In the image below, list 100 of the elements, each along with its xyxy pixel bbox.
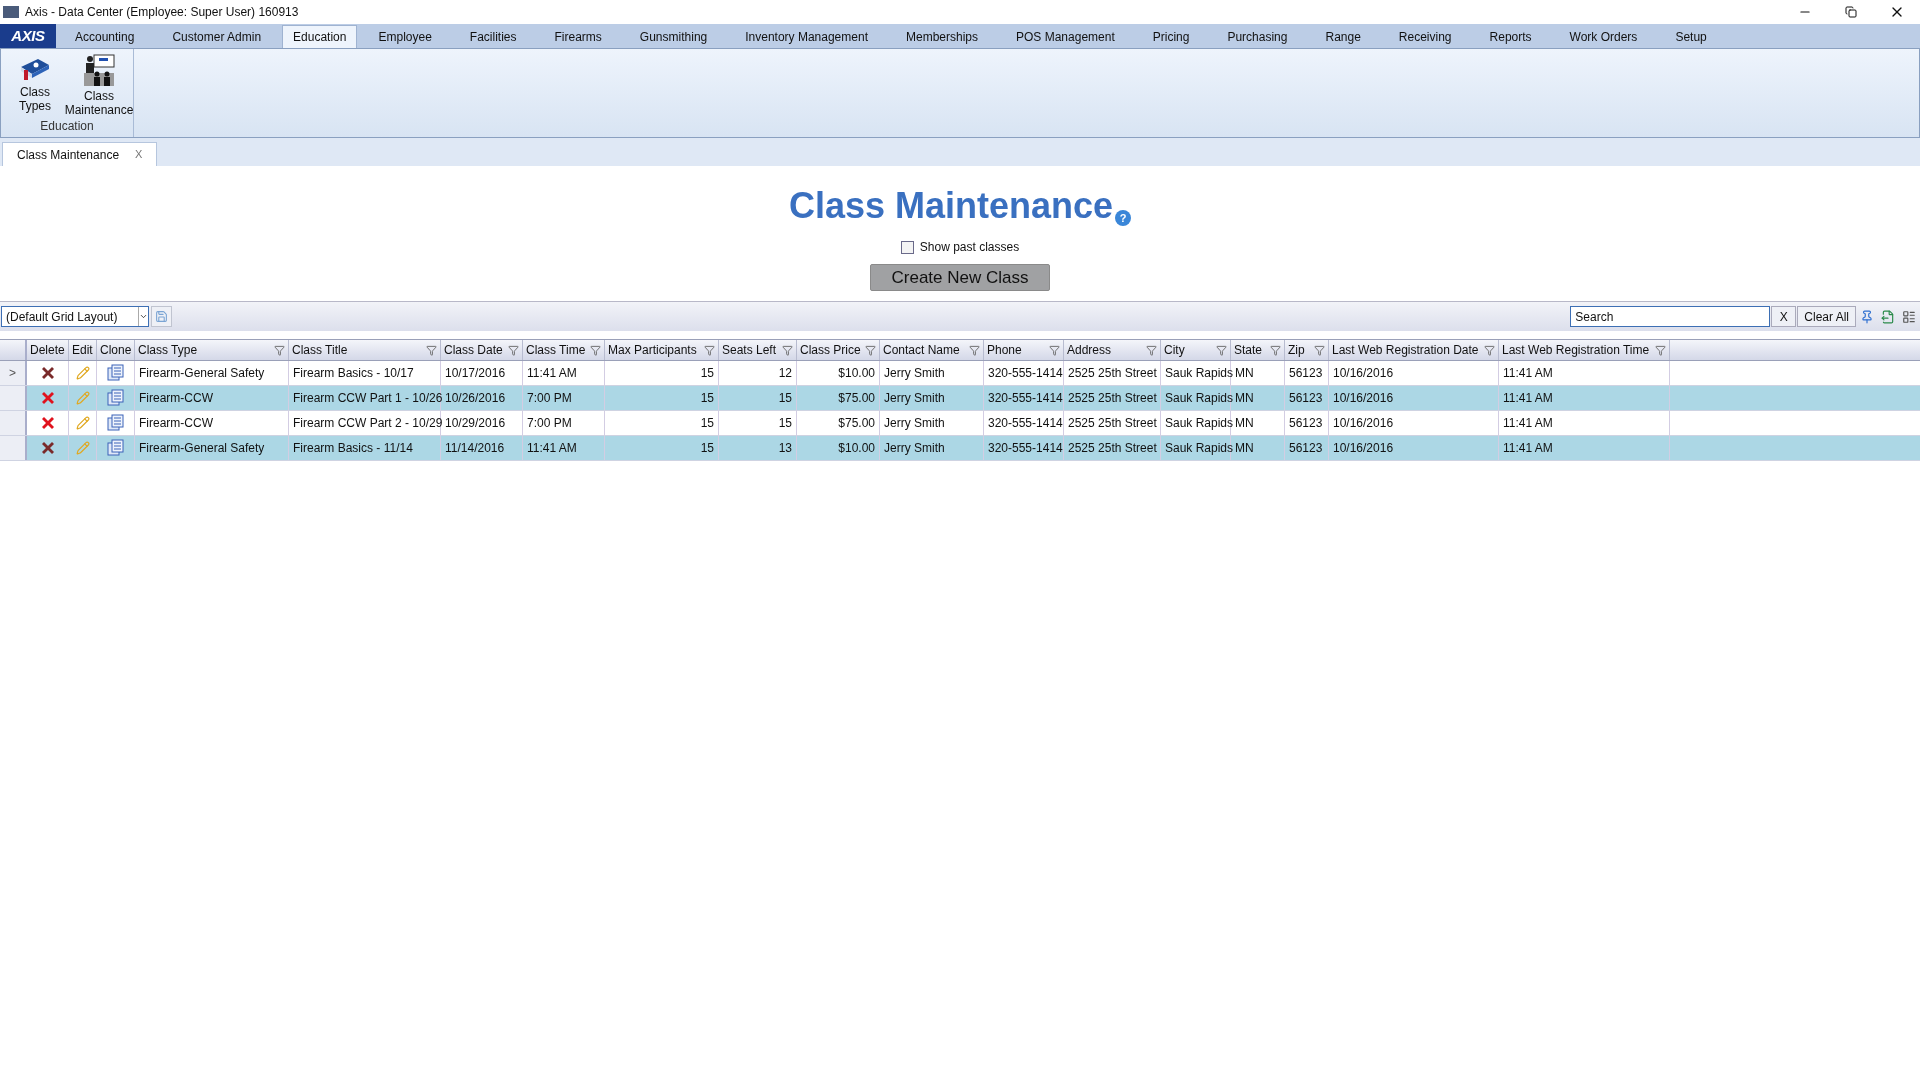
- table-cell: 11:41 AM: [523, 436, 605, 460]
- menu-tab[interactable]: Reports: [1479, 25, 1542, 48]
- table-cell: 10/29/2016: [441, 411, 523, 435]
- table-cell: 11:41 AM: [1499, 361, 1670, 385]
- filter-icon[interactable]: [1049, 344, 1060, 356]
- table-cell: Sauk Rapids: [1161, 386, 1231, 410]
- filter-icon[interactable]: [782, 344, 793, 356]
- table-cell: 15: [719, 411, 797, 435]
- table-cell: 7:00 PM: [523, 411, 605, 435]
- filter-icon[interactable]: [1314, 344, 1325, 356]
- app-logo: AXIS: [0, 24, 56, 48]
- filter-icon[interactable]: [1270, 344, 1281, 356]
- clone-icon[interactable]: [106, 364, 125, 382]
- filter-icon[interactable]: [590, 344, 601, 356]
- menu-tab[interactable]: Work Orders: [1559, 25, 1648, 48]
- restore-icon[interactable]: [1845, 6, 1857, 18]
- menu-tab[interactable]: Gunsmithing: [629, 25, 718, 48]
- save-layout-button[interactable]: [151, 306, 172, 327]
- menu-tab[interactable]: Inventory Management: [735, 25, 878, 48]
- filter-icon[interactable]: [426, 344, 437, 356]
- table-cell: 12: [719, 361, 797, 385]
- column-header[interactable]: Address: [1064, 340, 1161, 360]
- filter-icon[interactable]: [704, 344, 715, 356]
- help-icon[interactable]: ?: [1115, 210, 1132, 226]
- column-header[interactable]: Edit: [69, 340, 97, 360]
- table-cell: Sauk Rapids: [1161, 436, 1231, 460]
- tab-close-button[interactable]: X: [135, 146, 143, 163]
- table-cell: 320-555-1414: [984, 436, 1064, 460]
- menu-tab[interactable]: Education: [282, 25, 358, 48]
- table-cell: 56123: [1285, 436, 1329, 460]
- table-cell: 15: [605, 436, 719, 460]
- menu-tab[interactable]: Accounting: [65, 25, 145, 48]
- menu-tab[interactable]: Firearms: [544, 25, 612, 48]
- column-header[interactable]: Last Web Registration Time: [1499, 340, 1670, 360]
- menu-tab[interactable]: Receiving: [1388, 25, 1462, 48]
- row-header[interactable]: [0, 411, 27, 435]
- column-header[interactable]: Phone: [984, 340, 1064, 360]
- column-header[interactable]: City: [1161, 340, 1231, 360]
- menu-tab[interactable]: Facilities: [459, 25, 527, 48]
- table-cell: 11:41 AM: [1499, 411, 1670, 435]
- window-title: Axis - Data Center (Employee: Super User) 160913: [25, 4, 299, 21]
- pencil-icon[interactable]: [75, 366, 90, 380]
- clone-icon[interactable]: [106, 414, 125, 432]
- filter-icon[interactable]: [1216, 344, 1227, 356]
- ribbon-button[interactable]: Class Types: [5, 49, 65, 117]
- column-header[interactable]: Clone: [97, 340, 135, 360]
- table-cell: Firearm Basics - 10/17: [289, 361, 441, 385]
- clone-icon[interactable]: [106, 389, 125, 407]
- column-header[interactable]: Class Title: [289, 340, 441, 360]
- page-title: Class Maintenance: [788, 184, 1114, 228]
- filter-icon[interactable]: [865, 344, 876, 356]
- row-header[interactable]: [0, 386, 27, 410]
- column-header[interactable]: Class Price: [797, 340, 880, 360]
- menu-tab[interactable]: Setup: [1665, 25, 1717, 48]
- checkbox[interactable]: [900, 240, 914, 254]
- table-cell: 2525 25th Street: [1064, 386, 1161, 410]
- column-header[interactable]: Delete: [27, 340, 69, 360]
- table-cell: 13: [719, 436, 797, 460]
- menu-tab[interactable]: Customer Admin: [162, 25, 272, 48]
- filter-icon[interactable]: [1146, 344, 1157, 356]
- menu-tab[interactable]: Purchasing: [1217, 25, 1298, 48]
- table-cell: $10.00: [797, 361, 880, 385]
- column-header[interactable]: Zip: [1285, 340, 1329, 360]
- menu-tab[interactable]: Pricing: [1142, 25, 1200, 48]
- columns-icon[interactable]: [1902, 309, 1916, 324]
- filter-icon[interactable]: [1484, 344, 1495, 356]
- pin-icon[interactable]: [1860, 309, 1874, 324]
- filter-icon[interactable]: [508, 344, 519, 356]
- create-class-button[interactable]: Create New Class: [870, 264, 1050, 291]
- table-cell: 10/16/2016: [1329, 361, 1499, 385]
- filter-icon[interactable]: [274, 344, 285, 356]
- layout-dropdown[interactable]: (Default Grid Layout): [1, 306, 149, 327]
- column-header[interactable]: Class Time: [523, 340, 605, 360]
- filter-icon[interactable]: [1655, 344, 1666, 356]
- search-field[interactable]: Search: [1570, 306, 1771, 327]
- table-cell: 15: [719, 386, 797, 410]
- menu-tab[interactable]: Employee: [368, 25, 442, 48]
- clear-search-button[interactable]: X: [1771, 306, 1797, 327]
- column-header[interactable]: Seats Left: [719, 340, 797, 360]
- table-cell: 11/14/2016: [441, 436, 523, 460]
- menu-tab[interactable]: Memberships: [896, 25, 988, 48]
- row-header[interactable]: [0, 436, 27, 460]
- table-cell: 10/16/2016: [1329, 411, 1499, 435]
- classroom-icon: [82, 53, 116, 87]
- clear-all-button[interactable]: Clear All: [1797, 306, 1856, 327]
- export-icon[interactable]: [1881, 309, 1895, 324]
- menu-tab[interactable]: Range: [1315, 25, 1371, 48]
- menu-tab[interactable]: POS Management: [1006, 25, 1125, 48]
- pencil-icon[interactable]: [75, 416, 90, 430]
- clone-icon[interactable]: [106, 439, 125, 457]
- column-header[interactable]: State: [1231, 340, 1285, 360]
- column-header[interactable]: Class Type: [135, 340, 289, 360]
- filter-icon[interactable]: [969, 344, 980, 356]
- column-header[interactable]: Contact Name: [880, 340, 984, 360]
- column-header[interactable]: Last Web Registration Date: [1329, 340, 1499, 360]
- column-header[interactable]: Max Participants: [605, 340, 719, 360]
- row-header[interactable]: >: [0, 361, 27, 385]
- table-cell: Sauk Rapids: [1161, 361, 1231, 385]
- document-tab[interactable]: Class Maintenance X: [2, 142, 158, 166]
- column-header[interactable]: Class Date: [441, 340, 523, 360]
